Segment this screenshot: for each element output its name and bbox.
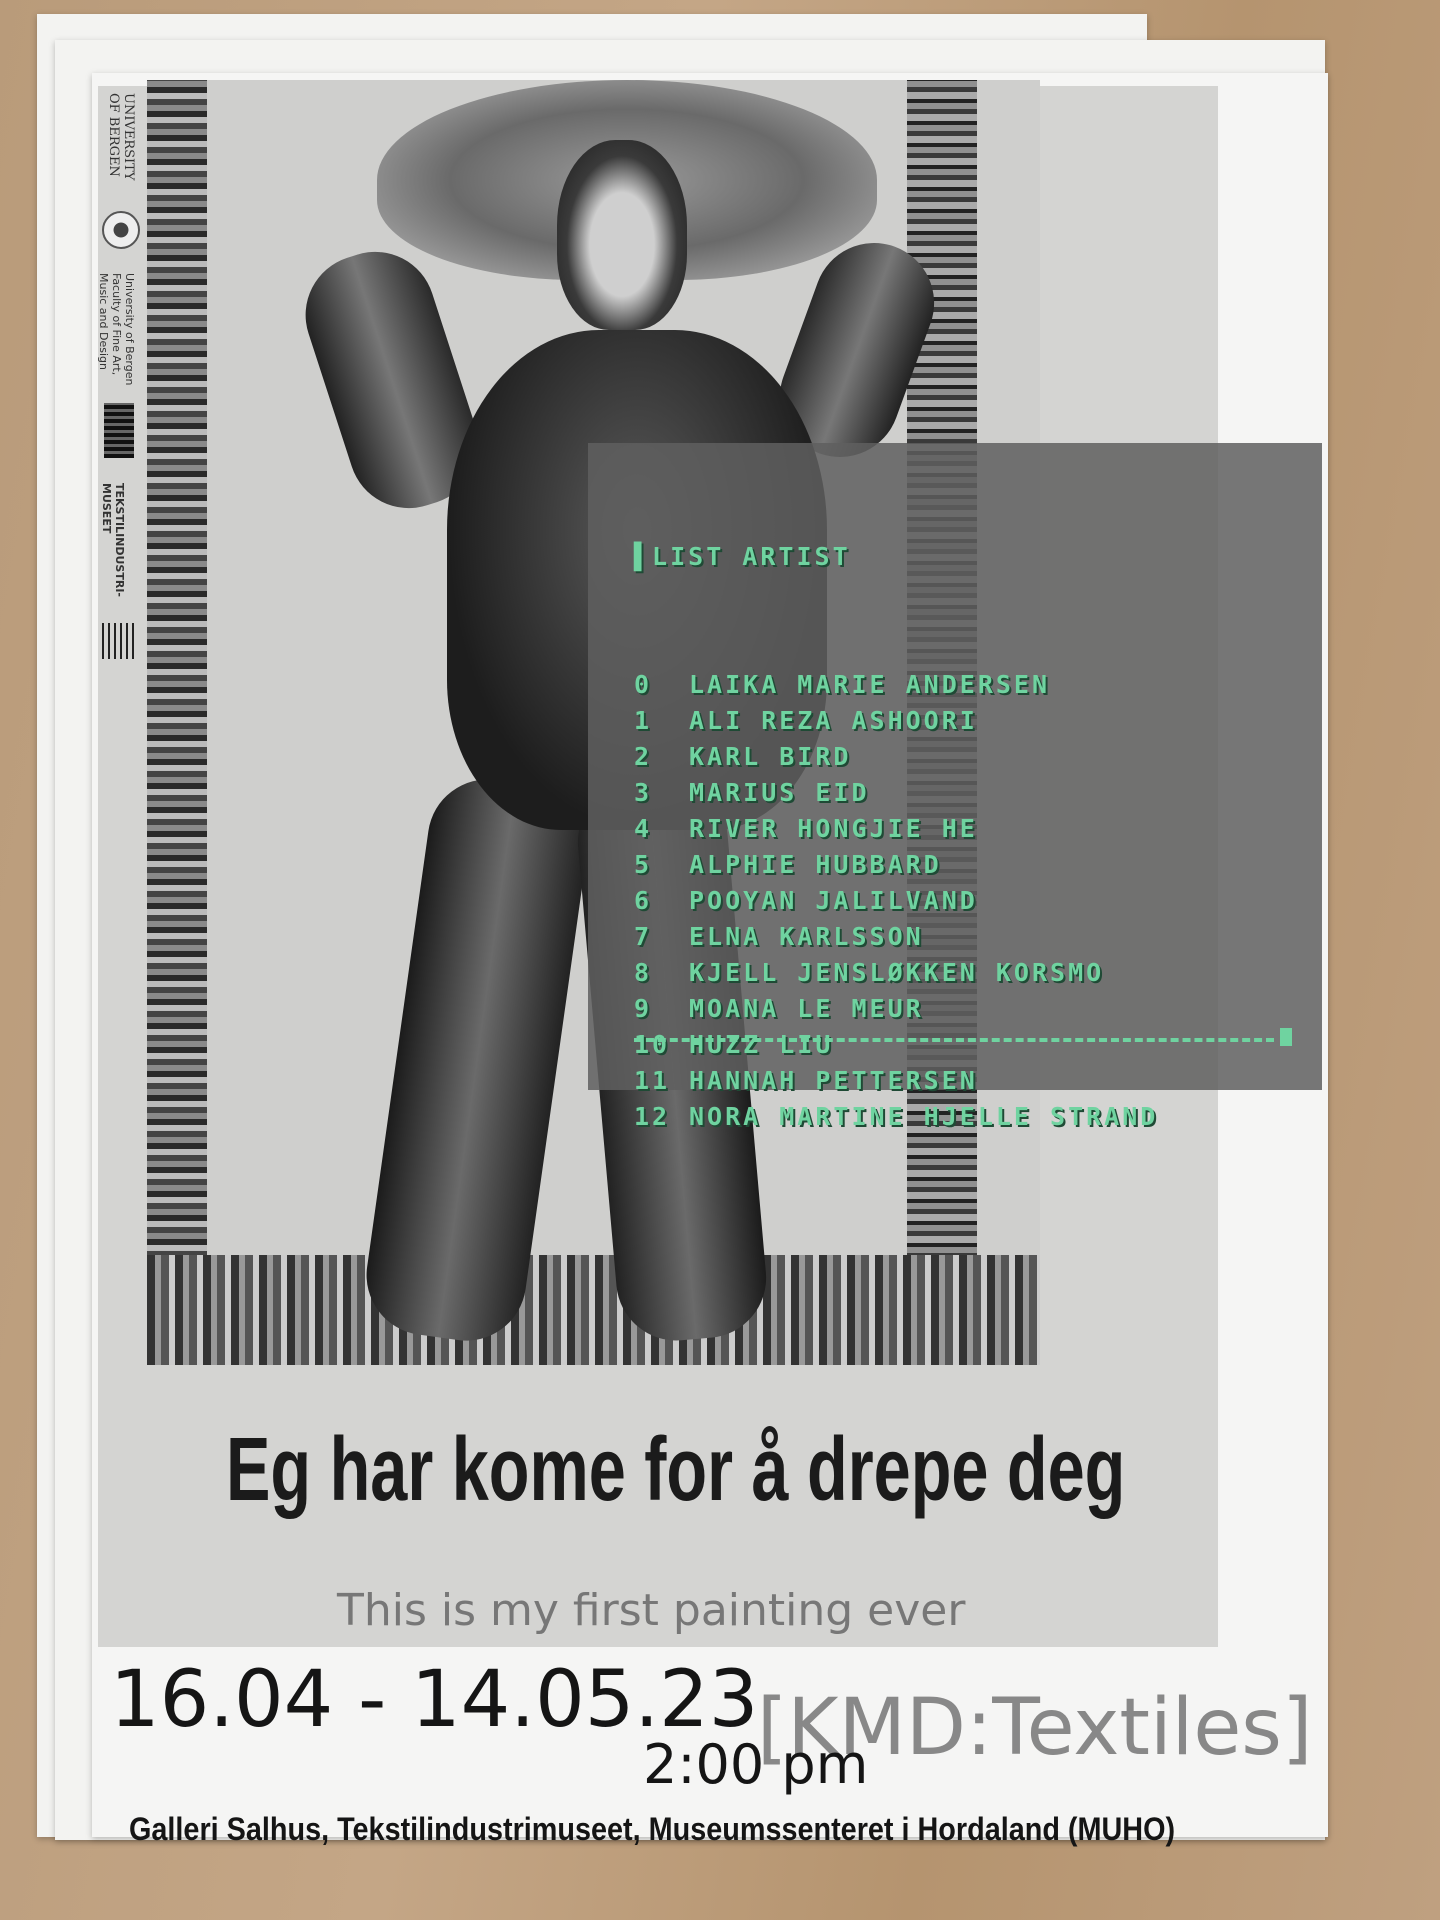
poster: UNIVERSITY OF BERGEN University of Berge…: [92, 73, 1328, 1847]
artist-row: 4 RIVER HONGJIE HE: [634, 811, 1158, 847]
university-seal-icon: [102, 211, 140, 249]
terminal-dashed-line: [634, 1038, 1274, 1042]
artist-index: 7: [634, 922, 653, 951]
artist-index: 11: [634, 1066, 671, 1095]
exhibition-subtitle: This is my first painting ever: [337, 1585, 966, 1636]
artist-row: 10 HUZZ LIU: [634, 1027, 1158, 1063]
museum-text: TEKSTILINDUSTRI- MUSEET: [100, 483, 126, 597]
logo-strip: UNIVERSITY OF BERGEN University of Berge…: [96, 93, 144, 693]
artist-row: 7 ELNA KARLSSON: [634, 919, 1158, 955]
artist-name: MOANA LE MEUR: [689, 994, 924, 1023]
barcode-lines-icon: [102, 623, 136, 659]
artist-index: 9: [634, 994, 653, 1023]
artist-list-terminal: ▌LIST ARTIST 0 LAIKA MARIE ANDERSEN 1 ALI R…: [588, 443, 1322, 1131]
artist-index: 1: [634, 706, 653, 735]
artist-index: 2: [634, 742, 653, 771]
museum-logo-icon: [104, 403, 134, 458]
artist-list-header: ▌LIST ARTIST: [634, 542, 851, 571]
opening-time: 2:00 pm: [643, 1733, 869, 1796]
artist-name: POOYAN JALILVAND: [689, 886, 978, 915]
venue-text: Galleri Salhus, Tekstilindustrimuseet, M…: [129, 1811, 1176, 1847]
artist-name: KARL BIRD: [689, 742, 852, 771]
artist-index: 10: [634, 1030, 671, 1059]
icon-painting-face: [557, 140, 687, 330]
artist-row: 0 LAIKA MARIE ANDERSEN: [634, 667, 1158, 703]
artist-name: KJELL JENSLØKKEN KORSMO: [689, 958, 1105, 987]
artist-row: 1 ALI REZA ASHOORI: [634, 703, 1158, 739]
artist-name: MARIUS EID: [689, 778, 870, 807]
artist-name: ALI REZA ASHOORI: [689, 706, 978, 735]
exhibition-title: Eg har kome for å drepe deg: [226, 1420, 1126, 1520]
artist-row: 6 POOYAN JALILVAND: [634, 883, 1158, 919]
artist-name: NORA MARTINE HJELLE STRAND: [689, 1102, 1159, 1131]
artist-index: 6: [634, 886, 653, 915]
artist-index: 5: [634, 850, 653, 879]
artist-index: 0: [634, 670, 653, 699]
artist-row: 9 MOANA LE MEUR: [634, 991, 1158, 1027]
artist-row: 12 NORA MARTINE HJELLE STRAND: [634, 1099, 1158, 1135]
textile-border-left: [147, 80, 207, 1365]
artist-name: ELNA KARLSSON: [689, 922, 924, 951]
artist-name: HUZZ LIU: [689, 1030, 834, 1059]
artist-index: 3: [634, 778, 653, 807]
university-logo-text: UNIVERSITY OF BERGEN: [106, 93, 136, 181]
faculty-text: University of Bergen Faculty of Fine Art…: [97, 273, 136, 386]
artist-row: 8 KJELL JENSLØKKEN KORSMO: [634, 955, 1158, 991]
artist-name: LAIKA MARIE ANDERSEN: [689, 670, 1051, 699]
artist-row: 5 ALPHIE HUBBARD: [634, 847, 1158, 883]
artist-name: HANNAH PETTERSEN: [689, 1066, 978, 1095]
terminal-cursor: [1280, 1028, 1292, 1046]
artist-row: 3 MARIUS EID: [634, 775, 1158, 811]
artist-row: 2 KARL BIRD: [634, 739, 1158, 775]
exhibition-dates: 16.04 - 14.05.23: [110, 1655, 759, 1745]
artist-name: ALPHIE HUBBARD: [689, 850, 942, 879]
artist-index: 4: [634, 814, 653, 843]
textile-border-bottom: [147, 1255, 1040, 1365]
artist-index: 12: [634, 1102, 671, 1131]
artist-row: 11 HANNAH PETTERSEN: [634, 1063, 1158, 1099]
artist-index: 8: [634, 958, 653, 987]
artist-list: ▌LIST ARTIST 0 LAIKA MARIE ANDERSEN 1 ALI R…: [634, 481, 1158, 1193]
artist-name: RIVER HONGJIE HE: [689, 814, 978, 843]
